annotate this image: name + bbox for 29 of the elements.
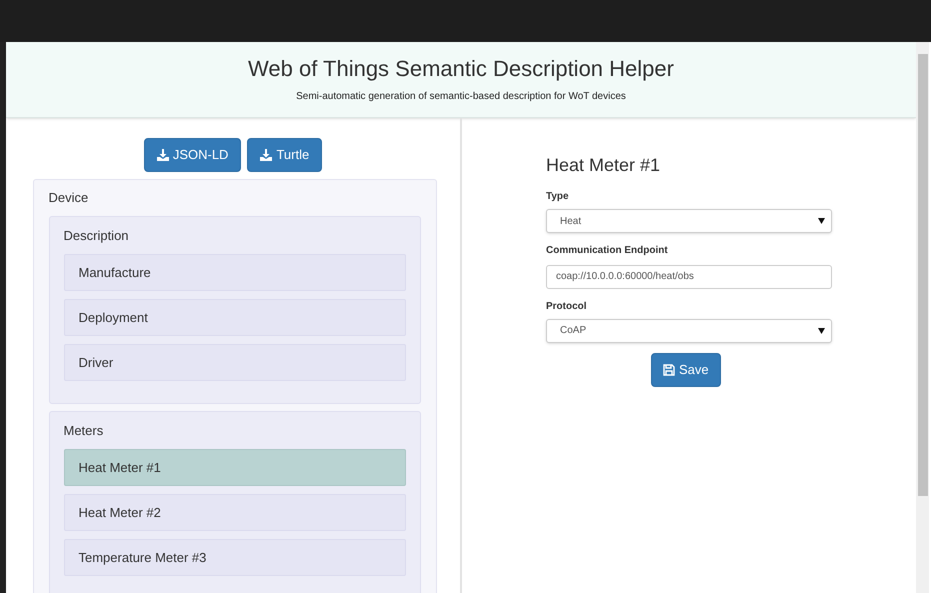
tree-item[interactable]: Deployment	[64, 299, 406, 336]
download-icon	[260, 149, 272, 161]
dropdown-caret-icon	[818, 218, 825, 224]
tree-label: Meters	[64, 422, 104, 440]
field-label: Protocol	[546, 300, 588, 314]
download-icon	[156, 149, 169, 161]
form-title: Heat Meter #1	[546, 154, 662, 177]
export-button[interactable]: JSON-LD	[144, 138, 242, 172]
select-field[interactable]: Heat	[546, 209, 832, 233]
tree-item[interactable]: Driver	[64, 344, 406, 381]
scrollbar[interactable]	[916, 42, 929, 593]
field-label: Communication Endpoint	[546, 244, 669, 258]
save-button[interactable]: Save	[651, 352, 721, 386]
tree-item[interactable]: Heat Meter #2	[64, 494, 406, 531]
export-button[interactable]: Turtle	[247, 138, 322, 172]
page-subtitle: Semi-automatic generation of semantic-based description for WoT devices	[296, 90, 626, 104]
input-field[interactable]: coap://10.0.0.0:60000/heat/obs	[546, 264, 832, 288]
tree-item[interactable]: Manufacture	[64, 254, 406, 291]
tree-item[interactable]: Heat Meter #1	[64, 449, 406, 486]
dropdown-caret-icon	[818, 328, 825, 334]
floppy-disk-icon	[663, 364, 675, 376]
field-label: Type	[546, 190, 570, 204]
page-title: Web of Things Semantic Description Helper	[248, 55, 674, 83]
tree-item[interactable]: Temperature Meter #3	[64, 539, 406, 576]
tree-label: Device	[48, 189, 90, 208]
select-value: CoAP	[560, 324, 586, 338]
select-value: Heat	[560, 214, 582, 228]
select-field[interactable]: CoAP	[546, 318, 832, 342]
tree-label: Description	[64, 226, 130, 245]
